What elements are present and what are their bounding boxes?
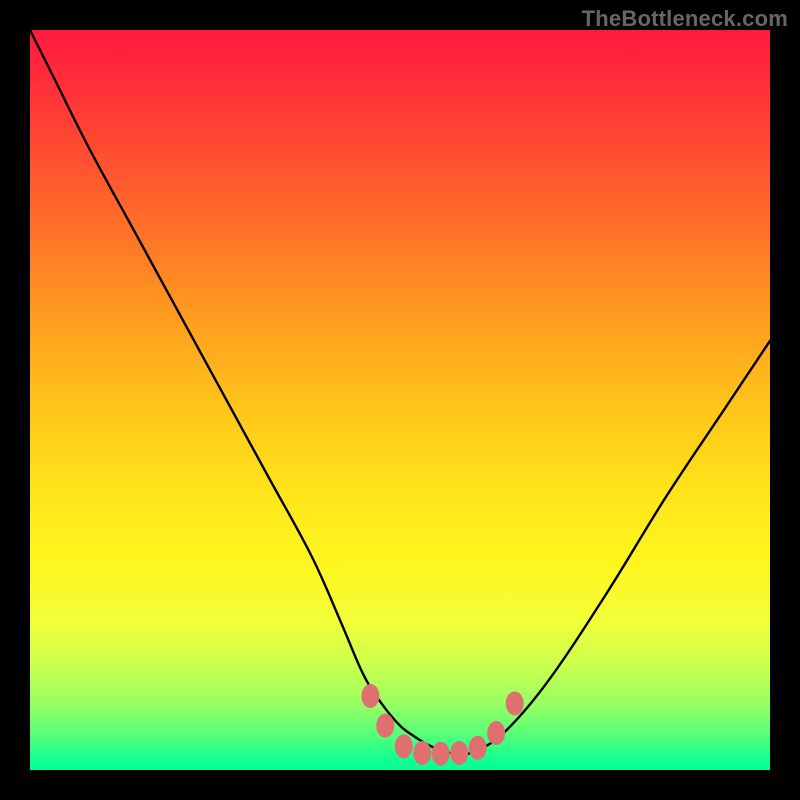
plot-area <box>30 30 770 770</box>
curve-layer <box>30 30 770 770</box>
curve-marker <box>395 734 413 758</box>
curve-marker <box>376 714 394 738</box>
curve-marker <box>361 684 379 708</box>
chart-frame: TheBottleneck.com <box>0 0 800 800</box>
curve-marker <box>413 741 431 765</box>
bottleneck-curve <box>30 30 770 754</box>
curve-marker <box>469 736 487 760</box>
curve-marker <box>450 741 468 765</box>
curve-marker <box>432 742 450 766</box>
curve-markers <box>361 684 523 766</box>
curve-marker <box>487 721 505 745</box>
attribution-text: TheBottleneck.com <box>582 6 788 32</box>
curve-marker <box>506 691 524 715</box>
